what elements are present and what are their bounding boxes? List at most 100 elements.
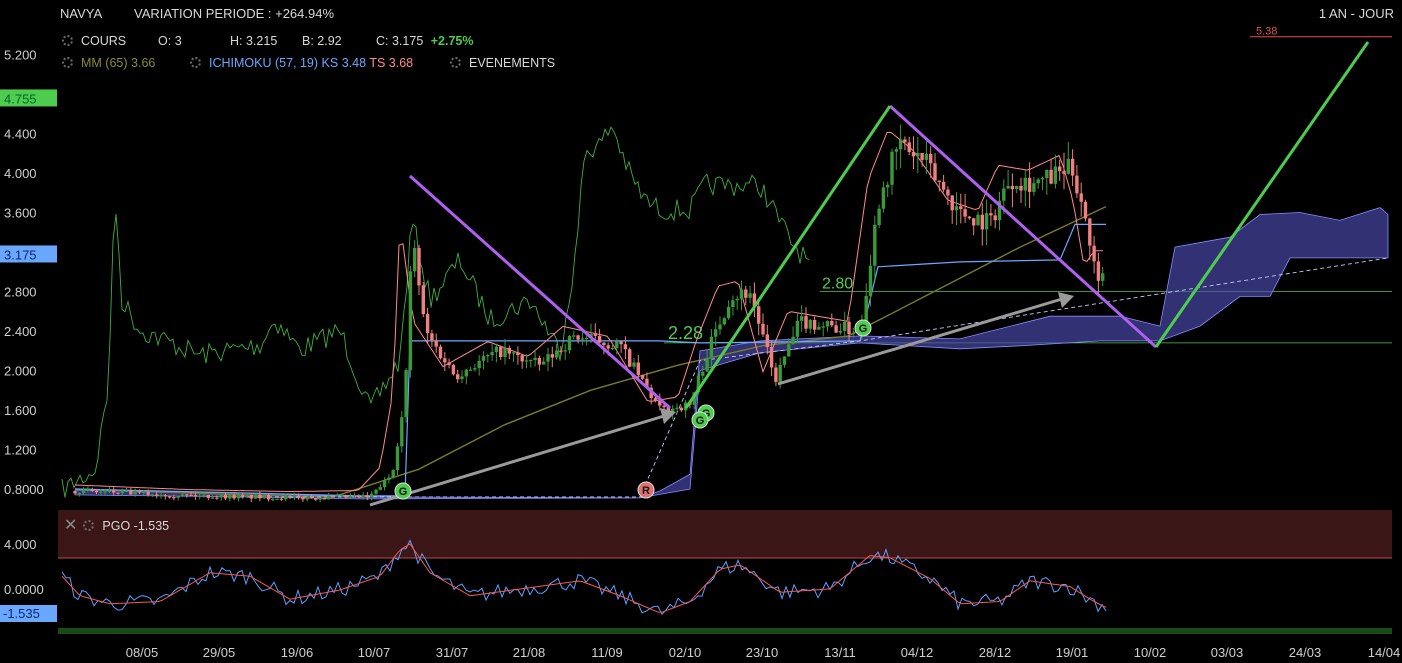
y-tick-label: 4.000 <box>4 166 37 181</box>
candle-body <box>933 163 937 181</box>
candle-body <box>572 335 576 337</box>
x-tick-label: 10/02 <box>1134 645 1167 660</box>
candle-body <box>172 497 176 499</box>
candle-body <box>817 326 821 330</box>
candle-body <box>382 480 387 488</box>
target-label: 5.38 <box>1256 26 1277 38</box>
candle-body <box>391 470 395 478</box>
candle-body <box>533 357 537 360</box>
candle-body <box>838 331 843 333</box>
y-tick-label: 1.200 <box>4 443 37 458</box>
candle-body <box>511 352 516 354</box>
signal-g-letter: G <box>859 323 868 335</box>
candle-body <box>757 306 761 324</box>
candle-body <box>296 495 301 497</box>
candle-body <box>370 493 374 497</box>
candle-body <box>417 248 421 286</box>
candle-body <box>907 142 911 152</box>
candle-body <box>1092 245 1096 262</box>
candle-body <box>494 346 499 353</box>
arrow-head-icon <box>1058 292 1074 308</box>
candle-body <box>90 489 94 491</box>
y-tick-label: 2.400 <box>4 324 37 339</box>
x-tick-label: 23/10 <box>746 645 779 660</box>
candle-body <box>176 496 180 498</box>
x-tick-label: 02/10 <box>669 645 702 660</box>
candle-body <box>413 248 417 272</box>
candle-body <box>954 206 959 211</box>
candle-body <box>946 189 950 196</box>
gear-icon[interactable] <box>83 520 95 531</box>
candle-body <box>81 490 86 494</box>
candle-body <box>120 491 124 494</box>
candle-body <box>718 324 722 330</box>
close-icon[interactable]: ✕ <box>64 515 77 535</box>
trend-arrow-gray-1 <box>369 414 665 507</box>
candle-body <box>580 338 585 340</box>
candle-body <box>795 320 800 337</box>
y-tick-label: 1.600 <box>4 403 37 418</box>
candle-body <box>765 334 769 348</box>
candle-body <box>365 495 370 497</box>
candle-body <box>357 495 361 498</box>
candle-body <box>1036 179 1040 184</box>
signal-r-letter: R <box>642 485 650 497</box>
candle-body <box>787 344 791 357</box>
candle-body <box>778 364 782 382</box>
price-chart[interactable]: 5.2004.8004.4004.0003.6003.2002.8002.400… <box>0 0 1402 663</box>
candle-body <box>890 151 894 185</box>
candle-body <box>447 362 451 365</box>
candle-body <box>972 218 976 226</box>
candle-body <box>124 490 129 493</box>
candle-body <box>374 489 378 494</box>
candle-body <box>1088 218 1092 246</box>
candle-body <box>653 398 658 402</box>
candle-body <box>275 498 279 500</box>
candle-body <box>563 350 567 352</box>
candle-body <box>1040 178 1045 180</box>
candle-body <box>559 350 563 352</box>
candle-body <box>322 498 327 500</box>
candle-body <box>1010 185 1015 190</box>
candle-body <box>430 333 434 341</box>
candle-body <box>606 345 610 349</box>
candle-body <box>434 340 438 347</box>
candle-body <box>262 495 266 499</box>
candle-body <box>473 368 477 370</box>
candle-body <box>245 495 249 497</box>
candle-body <box>378 487 382 490</box>
candle-body <box>726 307 731 319</box>
y-tick-label: 2.000 <box>4 364 37 379</box>
candle-body <box>305 497 309 500</box>
candle-body <box>387 477 391 481</box>
candle-body <box>980 214 984 230</box>
candle-body <box>735 298 739 301</box>
y-tick-label: 3.600 <box>4 206 37 221</box>
candle-body <box>791 336 795 345</box>
candle-body <box>722 318 726 325</box>
x-tick-label: 28/12 <box>979 645 1012 660</box>
x-tick-label: 11/09 <box>591 645 623 660</box>
candle-body <box>993 215 997 221</box>
candle-body <box>894 149 898 152</box>
candle-body <box>206 495 210 498</box>
candle-body <box>215 497 219 499</box>
osc-tick-label: 0.0000 <box>4 582 44 597</box>
candle-body <box>361 495 365 498</box>
candle-body <box>318 498 322 500</box>
candle-body <box>327 495 331 500</box>
candle-body <box>929 154 933 164</box>
candle-body <box>1006 185 1010 189</box>
candle-body <box>537 357 542 365</box>
candle-body <box>774 367 778 382</box>
candle-body <box>155 494 159 496</box>
candle-body <box>546 354 550 362</box>
candle-body <box>1019 186 1023 191</box>
candle-body <box>271 499 275 501</box>
candle-body <box>877 208 881 225</box>
candle-body <box>628 349 632 367</box>
candle-body <box>266 495 271 500</box>
candle-body <box>1096 261 1101 281</box>
candle-body <box>1101 273 1105 281</box>
candle-body <box>163 495 167 497</box>
